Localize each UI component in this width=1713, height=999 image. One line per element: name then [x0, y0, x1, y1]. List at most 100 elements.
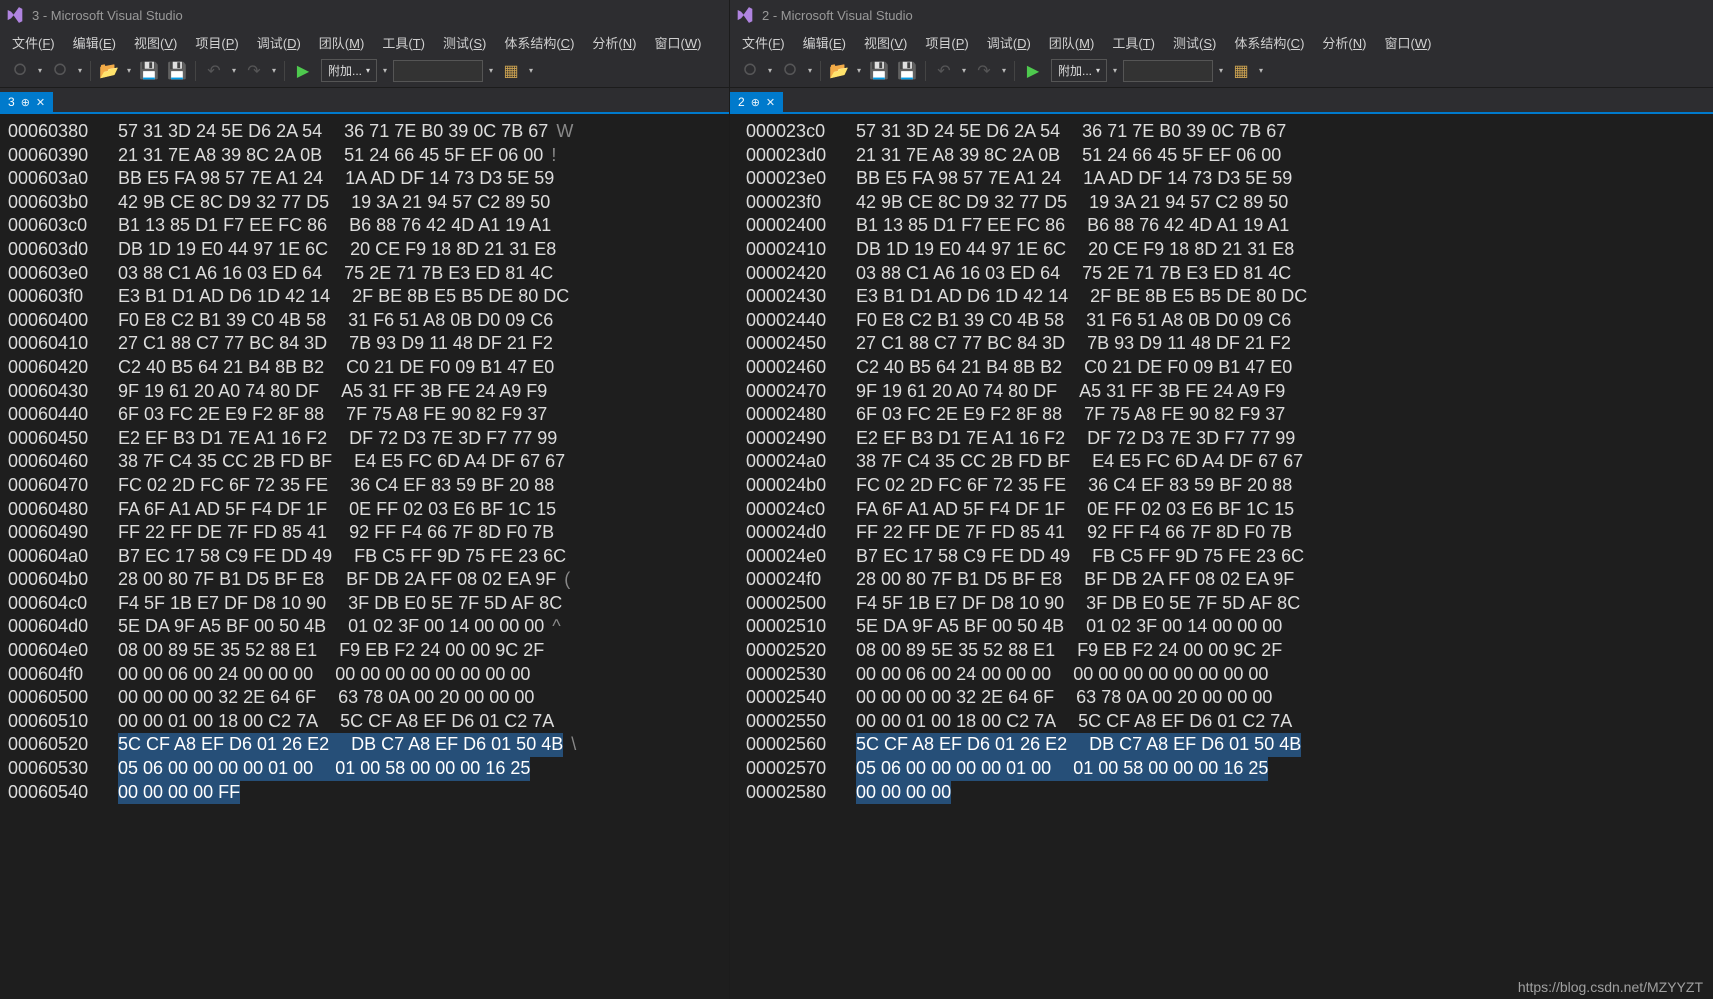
open-icon[interactable]: 📂: [97, 59, 121, 83]
hex-bytes[interactable]: F0 E8 C2 B1 39 C0 4B 5831 F6 51 A8 0B D0…: [856, 309, 1291, 333]
hex-row[interactable]: 000604a0B7 EC 17 58 C9 FE DD 49FB C5 FF …: [8, 545, 721, 569]
close-icon[interactable]: ✕: [766, 96, 775, 109]
menu-item[interactable]: 窗口(W): [646, 31, 709, 54]
hex-bytes[interactable]: FF 22 FF DE 7F FD 85 4192 FF F4 66 7F 8D…: [856, 521, 1292, 545]
hex-bytes[interactable]: F4 5F 1B E7 DF D8 10 903F DB E0 5E 7F 5D…: [856, 592, 1300, 616]
hex-row[interactable]: .0000245027 C1 88 C7 77 BC 84 3D7B 93 D9…: [746, 332, 1705, 356]
hex-bytes[interactable]: 00 00 01 00 18 00 C2 7A5C CF A8 EF D6 01…: [856, 710, 1292, 734]
hex-bytes[interactable]: 27 C1 88 C7 77 BC 84 3D7B 93 D9 11 48 DF…: [856, 332, 1291, 356]
save-icon[interactable]: 💾: [867, 59, 891, 83]
hex-row[interactable]: 000603f0E3 B1 D1 AD D6 1D 42 142F BE 8B …: [8, 285, 721, 309]
hex-bytes[interactable]: 28 00 80 7F B1 D5 BF E8BF DB 2A FF 08 02…: [856, 568, 1294, 592]
hex-bytes[interactable]: C2 40 B5 64 21 B4 8B B2C0 21 DE F0 09 B1…: [118, 356, 554, 380]
hex-row[interactable]: 0006041027 C1 88 C7 77 BC 84 3D7B 93 D9 …: [8, 332, 721, 356]
hex-row[interactable]: .000025105E DA 9F A5 BF 00 50 4B01 02 3F…: [746, 615, 1705, 639]
hex-row[interactable]: .00002490E2 EF B3 D1 7E A1 16 F2DF 72 D3…: [746, 427, 1705, 451]
menu-item[interactable]: 工具(T): [1104, 31, 1163, 54]
menu-item[interactable]: 文件(F): [734, 31, 793, 54]
hex-row[interactable]: 0006038057 31 3D 24 5E D6 2A 5436 71 7E …: [8, 120, 721, 144]
hex-row[interactable]: .000024806F 03 FC 2E E9 F2 8F 887F 75 A8…: [746, 403, 1705, 427]
hex-row[interactable]: 000604e008 00 89 5E 35 52 88 E1F9 EB F2 …: [8, 639, 721, 663]
hex-bytes[interactable]: 57 31 3D 24 5E D6 2A 5436 71 7E B0 39 0C…: [856, 120, 1286, 144]
menu-item[interactable]: 编辑(E): [65, 31, 124, 54]
hex-row[interactable]: 0006054000 00 00 00 FF: [8, 781, 721, 805]
hex-row[interactable]: .00002410DB 1D 19 E0 44 97 1E 6C20 CE F9…: [746, 238, 1705, 262]
hex-row[interactable]: 00060480FA 6F A1 AD 5F F4 DF 1F0E FF 02 …: [8, 498, 721, 522]
menu-item[interactable]: 分析(N): [1314, 31, 1374, 54]
hex-editor[interactable]: .000023c057 31 3D 24 5E D6 2A 5436 71 7E…: [730, 112, 1713, 999]
hex-row[interactable]: 00060400F0 E8 C2 B1 39 C0 4B 5831 F6 51 …: [8, 309, 721, 333]
dropdown-icon[interactable]: ▾: [76, 59, 84, 83]
menu-item[interactable]: 窗口(W): [1376, 31, 1439, 54]
hex-bytes[interactable]: BB E5 FA 98 57 7E A1 241A AD DF 14 73 D3…: [856, 167, 1292, 191]
hex-bytes[interactable]: 5C CF A8 EF D6 01 26 E2DB C7 A8 EF D6 01…: [118, 733, 563, 757]
hex-row[interactable]: 000603e003 88 C1 A6 16 03 ED 6475 2E 71 …: [8, 262, 721, 286]
hex-bytes[interactable]: 5C CF A8 EF D6 01 26 E2DB C7 A8 EF D6 01…: [856, 733, 1301, 757]
hex-bytes[interactable]: 5E DA 9F A5 BF 00 50 4B01 02 3F 00 14 00…: [118, 615, 544, 639]
hex-row[interactable]: .000023d021 31 7E A8 39 8C 2A 0B51 24 66…: [746, 144, 1705, 168]
menu-item[interactable]: 调试(D): [979, 31, 1039, 54]
nav-back-icon[interactable]: ⭘: [738, 59, 762, 83]
attach-button[interactable]: 附加...▾: [1051, 59, 1107, 82]
redo-icon[interactable]: ↷: [242, 59, 266, 83]
hex-row[interactable]: 000604c0F4 5F 1B E7 DF D8 10 903F DB E0 …: [8, 592, 721, 616]
hex-bytes[interactable]: FC 02 2D FC 6F 72 35 FE36 C4 EF 83 59 BF…: [856, 474, 1292, 498]
hex-row[interactable]: 0006051000 00 01 00 18 00 C2 7A5C CF A8 …: [8, 710, 721, 734]
hex-row[interactable]: .00002430E3 B1 D1 AD D6 1D 42 142F BE 8B…: [746, 285, 1705, 309]
hex-row[interactable]: .00002460C2 40 B5 64 21 B4 8B B2C0 21 DE…: [746, 356, 1705, 380]
hex-bytes[interactable]: B7 EC 17 58 C9 FE DD 49FB C5 FF 9D 75 FE…: [856, 545, 1304, 569]
hex-row[interactable]: 000603a0BB E5 FA 98 57 7E A1 241A AD DF …: [8, 167, 721, 191]
menu-item[interactable]: 测试(S): [435, 31, 494, 54]
hex-row[interactable]: 000604b028 00 80 7F B1 D5 BF E8BF DB 2A …: [8, 568, 721, 592]
nav-back-icon[interactable]: ⭘: [8, 59, 32, 83]
hex-bytes[interactable]: 6F 03 FC 2E E9 F2 8F 887F 75 A8 FE 90 82…: [118, 403, 547, 427]
pin-icon[interactable]: ⊕: [751, 96, 760, 109]
dropdown-icon[interactable]: ▾: [960, 59, 968, 83]
hex-bytes[interactable]: 42 9B CE 8C D9 32 77 D519 3A 21 94 57 C2…: [118, 191, 550, 215]
hex-row[interactable]: .0000254000 00 00 00 32 2E 64 6F63 78 0A…: [746, 686, 1705, 710]
hex-bytes[interactable]: 9F 19 61 20 A0 74 80 DFA5 31 FF 3B FE 24…: [118, 380, 547, 404]
menu-item[interactable]: 团队(M): [311, 31, 373, 54]
hex-bytes[interactable]: 38 7F C4 35 CC 2B FD BFE4 E5 FC 6D A4 DF…: [856, 450, 1303, 474]
nav-forward-icon[interactable]: ⭘: [48, 59, 72, 83]
hex-bytes[interactable]: 57 31 3D 24 5E D6 2A 5436 71 7E B0 39 0C…: [118, 120, 548, 144]
hex-bytes[interactable]: B7 EC 17 58 C9 FE DD 49FB C5 FF 9D 75 FE…: [118, 545, 566, 569]
attach-button[interactable]: 附加...▾: [321, 59, 377, 82]
hex-editor[interactable]: 0006038057 31 3D 24 5E D6 2A 5436 71 7E …: [0, 112, 729, 999]
hex-row[interactable]: .000024e0B7 EC 17 58 C9 FE DD 49FB C5 FF…: [746, 545, 1705, 569]
hex-bytes[interactable]: 9F 19 61 20 A0 74 80 DFA5 31 FF 3B FE 24…: [856, 380, 1285, 404]
close-icon[interactable]: ✕: [36, 96, 45, 109]
hex-bytes[interactable]: 6F 03 FC 2E E9 F2 8F 887F 75 A8 FE 90 82…: [856, 403, 1285, 427]
extension-icon[interactable]: ▦: [499, 59, 523, 83]
hex-bytes[interactable]: 00 00 06 00 24 00 00 0000 00 00 00 00 00…: [118, 663, 530, 687]
hex-bytes[interactable]: 28 00 80 7F B1 D5 BF E8BF DB 2A FF 08 02…: [118, 568, 556, 592]
config-combo[interactable]: [1123, 60, 1213, 82]
hex-bytes[interactable]: 00 00 01 00 18 00 C2 7A5C CF A8 EF D6 01…: [118, 710, 554, 734]
hex-row[interactable]: 000604309F 19 61 20 A0 74 80 DFA5 31 FF …: [8, 380, 721, 404]
dropdown-icon[interactable]: ▾: [1111, 59, 1119, 83]
dropdown-icon[interactable]: ▾: [36, 59, 44, 83]
hex-bytes[interactable]: 27 C1 88 C7 77 BC 84 3D7B 93 D9 11 48 DF…: [118, 332, 553, 356]
menu-item[interactable]: 分析(N): [584, 31, 644, 54]
menu-item[interactable]: 体系结构(C): [1226, 31, 1312, 54]
hex-row[interactable]: .00002500F4 5F 1B E7 DF D8 10 903F DB E0…: [746, 592, 1705, 616]
hex-row[interactable]: 00060450E2 EF B3 D1 7E A1 16 F2DF 72 D3 …: [8, 427, 721, 451]
hex-row[interactable]: 000604d05E DA 9F A5 BF 00 50 4B01 02 3F …: [8, 615, 721, 639]
menu-item[interactable]: 体系结构(C): [496, 31, 582, 54]
start-icon[interactable]: ▶: [291, 59, 315, 83]
hex-bytes[interactable]: BB E5 FA 98 57 7E A1 241A AD DF 14 73 D3…: [118, 167, 554, 191]
hex-row[interactable]: 0006039021 31 7E A8 39 8C 2A 0B51 24 66 …: [8, 144, 721, 168]
hex-row[interactable]: .0000258000 00 00 00: [746, 781, 1705, 805]
hex-bytes[interactable]: 00 00 00 00 32 2E 64 6F63 78 0A 00 20 00…: [856, 686, 1272, 710]
hex-row[interactable]: 000603b042 9B CE 8C D9 32 77 D519 3A 21 …: [8, 191, 721, 215]
menu-item[interactable]: 团队(M): [1041, 31, 1103, 54]
hex-row[interactable]: 0006050000 00 00 00 32 2E 64 6F63 78 0A …: [8, 686, 721, 710]
hex-bytes[interactable]: B1 13 85 D1 F7 EE FC 86B6 88 76 42 4D A1…: [856, 214, 1289, 238]
hex-bytes[interactable]: 00 00 06 00 24 00 00 0000 00 00 00 00 00…: [856, 663, 1268, 687]
hex-row[interactable]: .0000255000 00 01 00 18 00 C2 7A5C CF A8…: [746, 710, 1705, 734]
hex-row[interactable]: 0006053005 06 00 00 00 00 01 0001 00 58 …: [8, 757, 721, 781]
hex-row[interactable]: .000023c057 31 3D 24 5E D6 2A 5436 71 7E…: [746, 120, 1705, 144]
hex-row[interactable]: .000024709F 19 61 20 A0 74 80 DFA5 31 FF…: [746, 380, 1705, 404]
hex-row[interactable]: .000024a038 7F C4 35 CC 2B FD BFE4 E5 FC…: [746, 450, 1705, 474]
redo-icon[interactable]: ↷: [972, 59, 996, 83]
